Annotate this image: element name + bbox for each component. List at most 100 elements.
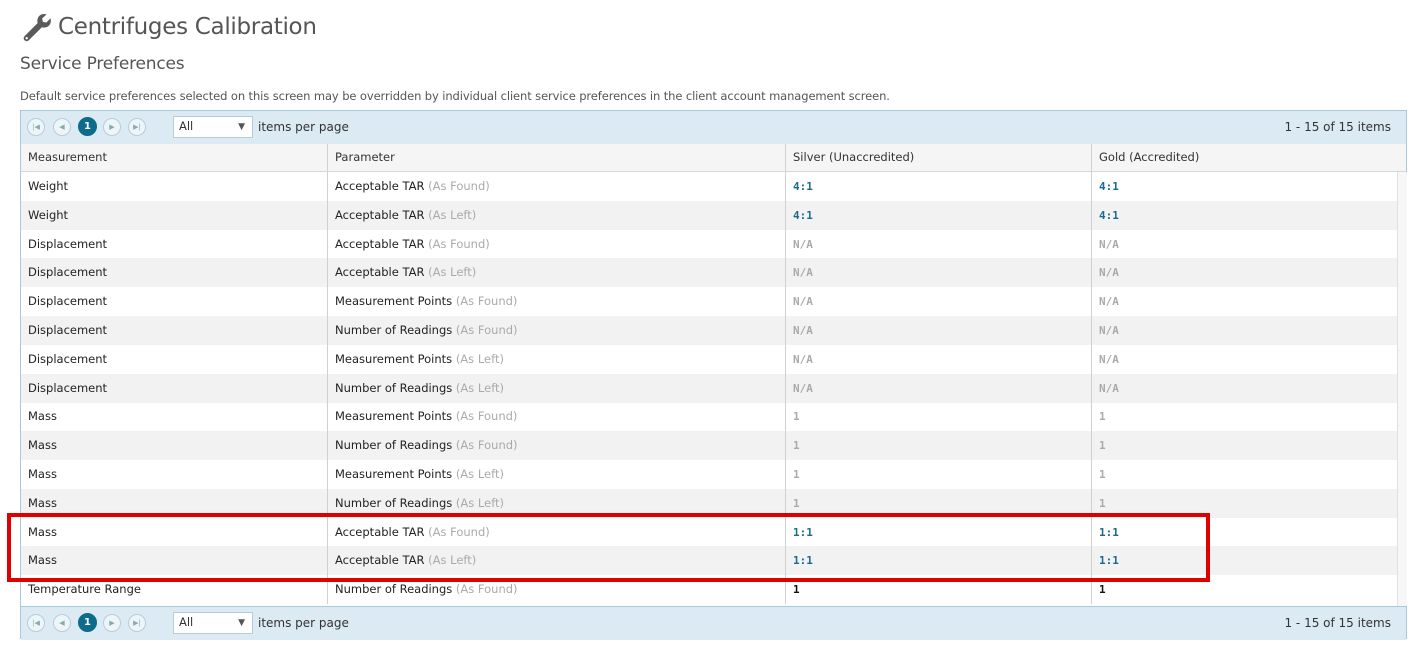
column-header-measurement[interactable]: Measurement: [21, 144, 328, 171]
table-row[interactable]: Displacement Measurement Points (As Found…: [21, 287, 1397, 317]
silver-value[interactable]: N/A: [793, 324, 813, 337]
column-header-gold[interactable]: Gold (Accredited): [1092, 144, 1397, 171]
silver-value-cell[interactable]: 1: [786, 431, 1092, 461]
page-number-button[interactable]: 1: [78, 117, 97, 136]
gold-value[interactable]: 1:1: [1099, 554, 1119, 567]
silver-value[interactable]: N/A: [793, 238, 813, 251]
silver-value-cell[interactable]: 1: [786, 488, 1092, 518]
gold-value-cell[interactable]: 1: [1092, 575, 1397, 604]
parameter-cell: Acceptable TAR (As Found): [328, 517, 786, 547]
table-row[interactable]: Displacement Acceptable TAR (As Left) N/A N…: [21, 258, 1397, 288]
gold-value[interactable]: 4:1: [1099, 209, 1119, 222]
gold-value-cell[interactable]: 1:1: [1092, 518, 1397, 547]
gold-value-cell[interactable]: 1:1: [1092, 546, 1397, 575]
column-header-parameter[interactable]: Parameter: [328, 144, 786, 171]
silver-value[interactable]: 1:1: [793, 526, 813, 539]
table-row[interactable]: Mass Number of Readings (As Found) 1 1: [21, 431, 1397, 461]
next-page-icon[interactable]: ▶: [103, 118, 121, 136]
table-row[interactable]: Displacement Number of Readings (As Left)…: [21, 373, 1397, 403]
table-row[interactable]: Displacement Measurement Points (As Left)…: [21, 344, 1397, 374]
gold-value-cell[interactable]: N/A: [1092, 316, 1397, 345]
table-row[interactable]: Weight Acceptable TAR (As Found) 4:1 4:1: [21, 172, 1397, 201]
gold-value[interactable]: 1: [1099, 468, 1106, 481]
parameter-suffix: (As Found): [455, 409, 518, 424]
gold-value[interactable]: 1:1: [1099, 526, 1119, 539]
parameter-suffix: (As Found): [455, 582, 518, 597]
silver-value[interactable]: N/A: [793, 382, 813, 395]
next-page-icon[interactable]: ▶: [103, 614, 121, 632]
last-page-icon[interactable]: ▶|: [128, 614, 146, 632]
gold-value[interactable]: 1: [1099, 583, 1106, 596]
gold-value-cell[interactable]: 1: [1092, 460, 1397, 489]
gold-value-cell[interactable]: 4:1: [1092, 201, 1397, 230]
table-row[interactable]: Displacement Acceptable TAR (As Found) N/A…: [21, 229, 1397, 259]
gold-value-cell[interactable]: 1: [1092, 402, 1397, 431]
silver-value[interactable]: 1: [793, 583, 800, 596]
silver-value-cell[interactable]: N/A: [786, 258, 1092, 288]
silver-value-cell[interactable]: N/A: [786, 373, 1092, 403]
gold-value[interactable]: N/A: [1099, 353, 1119, 366]
vertical-scrollbar[interactable]: [1397, 172, 1407, 606]
parameter-cell: Acceptable TAR (As Left): [328, 200, 786, 230]
table-row[interactable]: Mass Acceptable TAR (As Found) 1:1 1:1: [21, 517, 1397, 547]
gold-value-cell[interactable]: N/A: [1092, 258, 1397, 287]
table-row[interactable]: Mass Number of Readings (As Left) 1 1: [21, 488, 1397, 518]
table-row[interactable]: Displacement Number of Readings (As Found…: [21, 316, 1397, 345]
gold-value[interactable]: 1: [1099, 497, 1106, 510]
silver-value[interactable]: 1: [793, 497, 800, 510]
table-row[interactable]: Weight Acceptable TAR (As Left) 4:1 4:1: [21, 200, 1397, 230]
table-row[interactable]: Mass Acceptable TAR (As Left) 1:1 1:1: [21, 546, 1397, 576]
page-size-select[interactable]: All ▼: [173, 116, 253, 138]
table-row[interactable]: Mass Measurement Points (As Found) 1 1: [21, 402, 1397, 432]
silver-value-cell[interactable]: 4:1: [786, 172, 1092, 201]
silver-value-cell[interactable]: 1:1: [786, 546, 1092, 576]
silver-value-cell[interactable]: 1: [786, 402, 1092, 432]
silver-value[interactable]: 1: [793, 410, 800, 423]
gold-value-cell[interactable]: 1: [1092, 431, 1397, 460]
prev-page-icon[interactable]: ◀: [53, 118, 71, 136]
parameter-cell: Number of Readings (As Found): [328, 431, 786, 461]
silver-value-cell[interactable]: N/A: [786, 229, 1092, 259]
gold-value[interactable]: 4:1: [1099, 180, 1119, 193]
gold-value-cell[interactable]: 4:1: [1092, 172, 1397, 201]
gold-value-cell[interactable]: N/A: [1092, 374, 1397, 403]
gold-value-cell[interactable]: N/A: [1092, 345, 1397, 374]
gold-value[interactable]: 1: [1099, 439, 1106, 452]
page-size-select[interactable]: All ▼: [173, 612, 253, 634]
gold-value[interactable]: N/A: [1099, 324, 1119, 337]
silver-value[interactable]: 4:1: [793, 209, 813, 222]
gold-value[interactable]: N/A: [1099, 266, 1119, 279]
silver-value[interactable]: N/A: [793, 295, 813, 308]
silver-value-cell[interactable]: N/A: [786, 287, 1092, 317]
parameter-text: Acceptable TAR: [335, 265, 425, 280]
silver-value-cell[interactable]: N/A: [786, 316, 1092, 345]
silver-value-cell[interactable]: 1:1: [786, 517, 1092, 547]
page-number-button[interactable]: 1: [78, 613, 97, 632]
silver-value[interactable]: N/A: [793, 353, 813, 366]
silver-value[interactable]: 1:1: [793, 554, 813, 567]
parameter-suffix: (As Left): [455, 351, 504, 366]
silver-value-cell[interactable]: 4:1: [786, 200, 1092, 230]
gold-value[interactable]: N/A: [1099, 382, 1119, 395]
measurement-cell: Displacement: [21, 229, 328, 259]
silver-value-cell[interactable]: N/A: [786, 344, 1092, 374]
last-page-icon[interactable]: ▶|: [128, 118, 146, 136]
gold-value-cell[interactable]: N/A: [1092, 230, 1397, 259]
silver-value-cell[interactable]: 1: [786, 575, 1092, 605]
table-row[interactable]: Mass Measurement Points (As Left) 1 1: [21, 460, 1397, 489]
gold-value[interactable]: N/A: [1099, 295, 1119, 308]
silver-value[interactable]: 1: [793, 439, 800, 452]
table-row[interactable]: Temperature Range Number of Readings (As …: [21, 575, 1397, 605]
first-page-icon[interactable]: |◀: [27, 118, 45, 136]
column-header-silver[interactable]: Silver (Unaccredited): [786, 144, 1092, 171]
silver-value[interactable]: 4:1: [793, 180, 813, 193]
gold-value[interactable]: N/A: [1099, 238, 1119, 251]
silver-value[interactable]: 1: [793, 468, 800, 481]
first-page-icon[interactable]: |◀: [27, 614, 45, 632]
silver-value-cell[interactable]: 1: [786, 460, 1092, 489]
gold-value-cell[interactable]: 1: [1092, 489, 1397, 518]
prev-page-icon[interactable]: ◀: [53, 614, 71, 632]
gold-value[interactable]: 1: [1099, 410, 1106, 423]
gold-value-cell[interactable]: N/A: [1092, 287, 1397, 316]
silver-value[interactable]: N/A: [793, 266, 813, 279]
